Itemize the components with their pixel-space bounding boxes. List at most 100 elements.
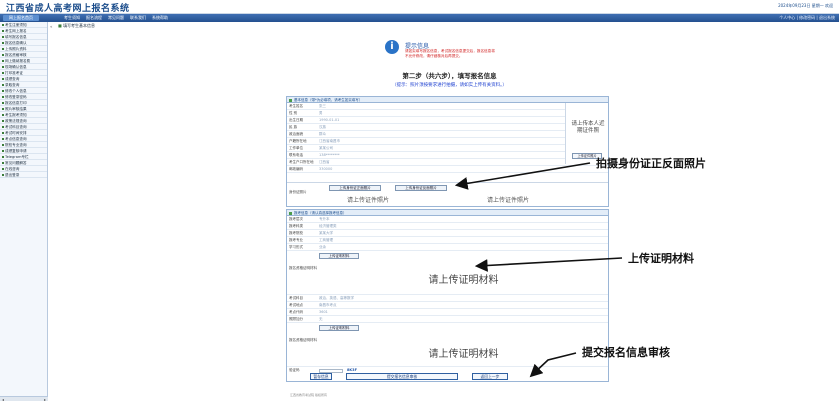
upload-id-back-button[interactable]: 上传身份证反面照片 (395, 185, 447, 191)
sidebar-item[interactable]: 退出登录 (0, 172, 47, 178)
field-label: 户籍所在地 (289, 139, 307, 143)
field-value[interactable]: 南昌市考点 (319, 302, 337, 309)
upload-proof-button[interactable]: 上传证明材料 (319, 253, 359, 259)
proof-hint-1: 请上传证明材料 (428, 275, 499, 286)
field-value[interactable]: 专升本 (319, 216, 330, 223)
form-row: 联系电话 138******** (287, 152, 608, 159)
form-row: 考生户口所在地 江西省 (287, 159, 608, 166)
footer: 江西省教育考试院 版权所有 (290, 393, 327, 397)
scroll-right-icon[interactable]: ▸ (44, 397, 46, 401)
id-card-label: 身份证照片 (289, 190, 307, 194)
field-value[interactable]: 群众 (319, 131, 326, 138)
info-icon: i (385, 40, 399, 54)
field-value[interactable]: 138******** (319, 152, 340, 159)
field-label: 报考层次 (289, 217, 303, 221)
field-value[interactable]: 江西省南昌市 (319, 138, 340, 145)
notice-text: 请如实填写报名信息，考试报名信息提交后，报名信息将不允许修改，请仔细核对后再提交… (405, 49, 495, 58)
form-row: 政治面貌 群众 (287, 131, 608, 138)
field-value[interactable]: 某某公司 (319, 145, 333, 152)
proof-label-2: 报名资格证明材料 (289, 338, 317, 342)
step-subtitle: （提示：照片须按要求进行拍摄，请如实上传有关资料。） (392, 83, 507, 88)
field-value[interactable]: 男 (319, 110, 323, 117)
app-title: 江西省成人高考网上报名系统 (6, 4, 130, 14)
field-label: 性 别 (289, 111, 298, 115)
field-label: 报考专业 (289, 238, 303, 242)
field-value[interactable]: 3601 (319, 309, 328, 316)
form-row: 民 族 汉族 (287, 124, 608, 131)
form-row: 工作单位 某某公司 (287, 145, 608, 152)
form-row: 报考科类 经济管理类 (287, 223, 608, 230)
field-label: 邮政编码 (289, 167, 303, 171)
nav-item-contact[interactable]: 联系我们 (130, 15, 146, 21)
field-value[interactable]: 张三 (319, 103, 326, 110)
field-value[interactable]: 经济管理类 (319, 223, 337, 230)
save-button[interactable]: 暂存信息 (310, 373, 332, 380)
field-label: 报考科类 (289, 224, 303, 228)
form-row: 邮政编码 330000 (287, 166, 608, 173)
field-label: 民 族 (289, 125, 298, 129)
field-value[interactable]: 工商管理 (319, 237, 333, 244)
proof-hint-2: 请上传证明材料 (428, 349, 499, 360)
field-value[interactable]: 无 (319, 316, 323, 323)
form-row: 性 别男 (287, 110, 608, 117)
app-header: 江西省成人高考网上报名系统 2024年09月23日 星期一 欢迎 (0, 0, 839, 14)
proof-label: 报名资格证明材料 (289, 266, 317, 270)
header-date-info: 2024年09月23日 星期一 欢迎 (778, 3, 833, 8)
nav-item-process[interactable]: 报名流程 (86, 15, 102, 21)
form-row: 报考层次 专升本 (287, 216, 608, 223)
nav-item-faq[interactable]: 常见问题 (108, 15, 124, 21)
upload-proof-button-2[interactable]: 上传证明材料 (319, 325, 359, 331)
nav-home-button[interactable]: 网上报名首页 (3, 15, 39, 21)
breadcrumb-icon: ■ (58, 23, 62, 28)
field-label: 考生户口所在地 (289, 160, 314, 164)
field-label: 考点代码 (289, 310, 303, 314)
form-row: 照顾加分 无 (287, 316, 608, 323)
scroll-left-icon[interactable]: ◂ (2, 397, 4, 401)
field-label: 考试科目 (289, 296, 303, 300)
field-label: 学习形式 (289, 245, 303, 249)
field-value[interactable]: 某某大学 (319, 230, 333, 237)
form-row: 户籍所在地 江西省南昌市 (287, 138, 608, 145)
field-value[interactable]: 1990-01-01 (319, 117, 339, 124)
field-value[interactable]: 330000 (319, 166, 332, 173)
basic-info-form: 基本信息（带*为必填项，请考生如实填写） 考生姓名 张三性 别男出生日期 1990-… (286, 96, 609, 207)
nav-user-links[interactable]: 个人中心 | 修改密码 | 退出系统 (779, 15, 835, 21)
upload-id-front-button[interactable]: 上传身份证正面照片 (329, 185, 381, 191)
step-title: 第二步（共六步），填写报名信息 (402, 72, 497, 80)
field-label: 考生姓名 (289, 104, 303, 108)
back-button[interactable]: 返回上一步 (472, 373, 508, 380)
field-value[interactable]: 业余 (319, 244, 326, 251)
annotation-idcard: 拍摄身份证正反面照片 (596, 157, 706, 170)
annotation-proof: 上传证明材料 (628, 252, 694, 265)
apply-info-form: 报考信息（请认真选择报考信息） 报考层次 专升本 报考科类 经济管理类 报考院校 某某大学… (286, 209, 609, 382)
field-label: 政治面貌 (289, 132, 303, 136)
form-row: 学习形式 业余 (287, 244, 608, 251)
field-value[interactable]: 江西省 (319, 159, 330, 166)
notice-box: i 提示信息 请如实填写报名信息，考试报名信息提交后，报名信息将不允许修改，请仔… (385, 40, 495, 66)
top-nav-bar: 网上报名首页 考生须知 报名流程 常见问题 联系我们 系统帮助 个人中心 | 修… (0, 14, 839, 22)
id-card-upload-area: 身份证照片 上传身份证正面照片 上传身份证反面照片 请上传证件照片 请上传证件照… (287, 182, 608, 206)
breadcrumb-text: 填写考生基本信息 (63, 23, 96, 28)
form-row: 报考专业 工商管理 (287, 237, 608, 244)
form-row: 考试科目 政治、英语、高等数学 (287, 295, 608, 302)
field-label: 出生日期 (289, 118, 303, 122)
nav-item-notice[interactable]: 考生须知 (64, 15, 80, 21)
form-row: 出生日期 1990-01-01 (287, 117, 608, 124)
collapse-arrow-icon[interactable]: « (50, 24, 52, 29)
sidebar-scrollbar[interactable]: ◂ ▸ (0, 396, 48, 401)
field-value[interactable]: 汉族 (319, 124, 326, 131)
submit-review-button[interactable]: 提交报名信息审核 (346, 373, 458, 380)
form-row: 考生姓名 张三 (287, 103, 608, 110)
field-label: 联系电话 (289, 153, 303, 157)
id-front-hint: 请上传证件照片 (347, 197, 390, 204)
breadcrumb: ■ 填写考生基本信息 (58, 23, 95, 29)
field-label: 报考院校 (289, 231, 303, 235)
submit-row: 暂存信息 提交报名信息审核 返回上一步 (286, 372, 609, 382)
photo-hint: 请上传本人近期证件照 (571, 121, 605, 134)
field-label: 工作单位 (289, 146, 303, 150)
nav-item-help[interactable]: 系统帮助 (152, 15, 168, 21)
form-row: 报考院校 某某大学 (287, 230, 608, 237)
field-value[interactable]: 政治、英语、高等数学 (319, 295, 354, 302)
form-row: 考试地点 南昌市考点 (287, 302, 608, 309)
field-label: 考试地点 (289, 303, 303, 307)
